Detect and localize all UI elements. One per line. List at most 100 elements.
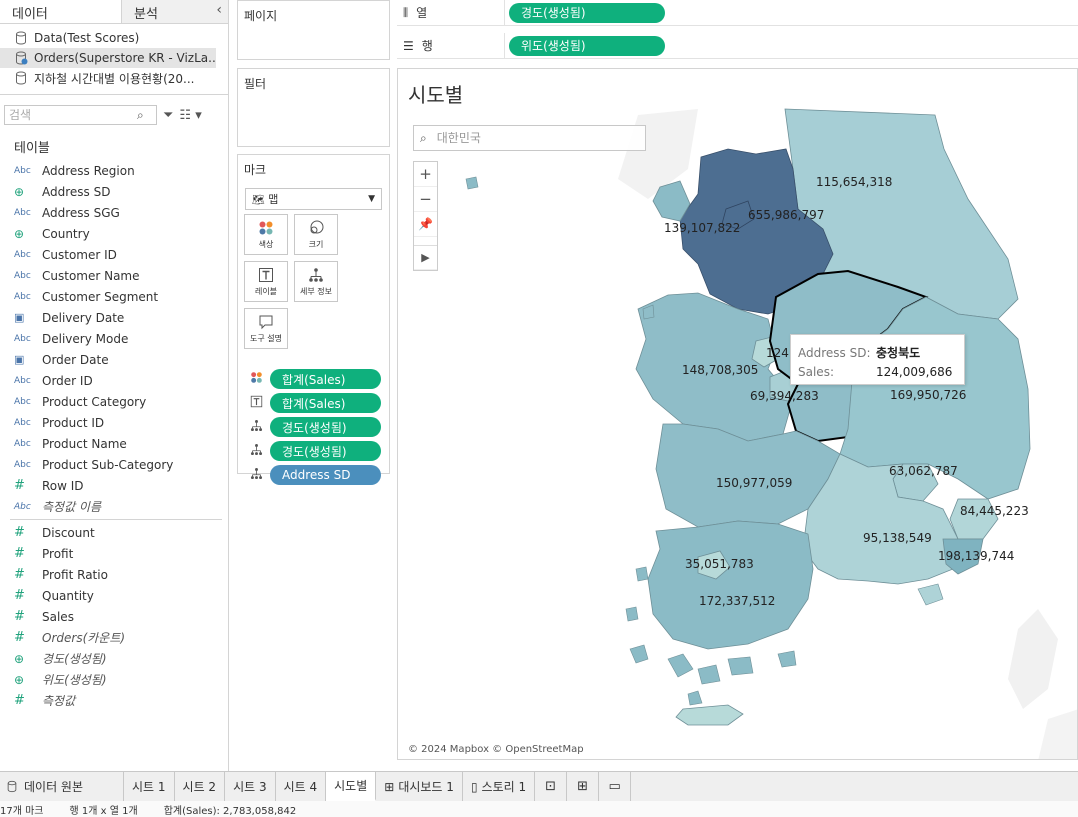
pages-card-title: 페이지 bbox=[244, 9, 278, 23]
field-search-input[interactable] bbox=[9, 108, 137, 122]
field-product-category[interactable]: Abc Product Category bbox=[0, 391, 228, 412]
field-address-sd[interactable]: ⊕ Address SD bbox=[0, 181, 228, 202]
filters-card[interactable]: 필터 bbox=[237, 68, 390, 147]
pin-map-icon[interactable]: 📌 bbox=[414, 212, 437, 237]
string-type-icon: Abc bbox=[14, 396, 31, 407]
columns-shelf[interactable]: ⫼ 열 경도(생성됨) bbox=[397, 0, 1078, 26]
new-sheet-icon[interactable]: ⊡ bbox=[535, 772, 568, 801]
field-orders-카운트-[interactable]: # Orders(카운트) bbox=[0, 627, 228, 648]
field-customer-id[interactable]: Abc Customer ID bbox=[0, 244, 228, 265]
field-delivery-mode[interactable]: Abc Delivery Mode bbox=[0, 328, 228, 349]
field-order-id[interactable]: Abc Order ID bbox=[0, 370, 228, 391]
datasource-item[interactable]: Data(Test Scores) bbox=[0, 28, 228, 48]
field-quantity[interactable]: # Quantity bbox=[0, 585, 228, 606]
dashboard-icon: ⊞ bbox=[384, 779, 395, 794]
field-product-sub-category[interactable]: Abc Product Sub-Category bbox=[0, 454, 228, 475]
region-label: 84,445,223 bbox=[960, 504, 1029, 518]
tab-label: 스토리 1 bbox=[481, 780, 527, 794]
field-sales[interactable]: # Sales bbox=[0, 606, 228, 627]
mark-pill[interactable]: 합계(Sales) bbox=[270, 369, 381, 389]
mark-pill[interactable]: 합계(Sales) bbox=[270, 393, 381, 413]
tab-data[interactable]: 데이터 bbox=[0, 0, 122, 23]
marks-card: 마크 🗺 맵 ▼ 색상 크기 레이블 세부 정보 도구 설명 합계(Sales)… bbox=[237, 154, 390, 485]
zoom-out-icon[interactable]: − bbox=[414, 187, 437, 212]
field-profit-ratio[interactable]: # Profit Ratio bbox=[0, 564, 228, 585]
tab-dashboard-1[interactable]: ⊞ 대시보드 1 bbox=[376, 772, 463, 801]
columns-label: 열 bbox=[416, 6, 428, 20]
filter-icon[interactable]: ⏷ bbox=[163, 108, 173, 123]
expand-toolbar-icon[interactable]: ▶ bbox=[414, 245, 437, 270]
pages-card[interactable]: 페이지 bbox=[237, 0, 390, 60]
map-attribution: © 2024 Mapbox © OpenStreetMap bbox=[408, 744, 584, 755]
string-type-icon: Abc bbox=[14, 165, 31, 176]
tab-sheet-3[interactable]: 시트 3 bbox=[225, 772, 276, 801]
field-label: 측정값 이름 bbox=[42, 500, 102, 514]
map-tooltip: Address SD: 충청북도 Sales: 124,009,686 bbox=[790, 334, 965, 385]
tab-sheet-1[interactable]: 시트 1 bbox=[124, 772, 175, 801]
string-type-icon: Abc bbox=[14, 501, 31, 512]
zoom-in-icon[interactable]: + bbox=[414, 162, 437, 187]
field-customer-name[interactable]: Abc Customer Name bbox=[0, 265, 228, 286]
tooltip-key: Sales: bbox=[798, 364, 834, 379]
filters-card-title: 필터 bbox=[244, 77, 267, 91]
new-story-icon[interactable]: ▭ bbox=[599, 772, 632, 801]
datasource-item-selected[interactable]: Orders(Superstore KR - VizLa... bbox=[0, 48, 216, 68]
field-delivery-date[interactable]: ▣ Delivery Date bbox=[0, 307, 228, 328]
tab-sheet-4[interactable]: 시트 4 bbox=[276, 772, 327, 801]
tab-sheet-2[interactable]: 시트 2 bbox=[175, 772, 226, 801]
field-customer-segment[interactable]: Abc Customer Segment bbox=[0, 286, 228, 307]
field-label: Customer Name bbox=[42, 268, 140, 283]
detail-button[interactable]: 세부 정보 bbox=[294, 261, 338, 302]
rows-pill[interactable]: 위도(생성됨) bbox=[509, 35, 665, 56]
mark-pill-dimension[interactable]: Address SD bbox=[270, 465, 381, 485]
tooltip-icon bbox=[259, 315, 273, 329]
measure-list: # Discount # Profit # Profit Ratio # Quantity # S… bbox=[0, 522, 228, 711]
field-order-date[interactable]: ▣ Order Date bbox=[0, 349, 228, 370]
tab-story-1[interactable]: ▯ 스토리 1 bbox=[463, 772, 536, 801]
mark-type-dropdown[interactable]: 🗺 맵 ▼ bbox=[245, 188, 382, 210]
string-type-icon: Abc bbox=[14, 249, 31, 260]
detail-icon bbox=[309, 267, 323, 282]
collapse-pane-icon[interactable]: ‹ bbox=[216, 2, 222, 18]
tooltip-value: 충청북도 bbox=[876, 346, 921, 360]
field-address-region[interactable]: Abc Address Region bbox=[0, 160, 228, 181]
globe-icon: ⊕ bbox=[14, 651, 25, 666]
tables-heading: 테이블 bbox=[14, 141, 50, 156]
field-측정값[interactable]: # 측정값 bbox=[0, 690, 228, 711]
field-row-id[interactable]: # Row ID bbox=[0, 475, 228, 496]
tooltip-button[interactable]: 도구 설명 bbox=[244, 308, 288, 349]
field-label: Address Region bbox=[42, 163, 135, 178]
label-button[interactable]: 레이블 bbox=[244, 261, 288, 302]
map-search-input[interactable] bbox=[436, 131, 627, 145]
region-label: 115,654,318 bbox=[816, 175, 892, 189]
rows-shelf[interactable]: ☰ 행 위도(생성됨) bbox=[397, 33, 1078, 59]
sheet-title: 시도별 bbox=[408, 83, 464, 107]
detail-icon bbox=[250, 467, 270, 483]
columns-pill[interactable]: 경도(생성됨) bbox=[509, 2, 665, 23]
status-marks: 17개 마크 bbox=[0, 805, 44, 817]
tab-analysis[interactable]: 분석 bbox=[122, 0, 228, 23]
field-경도-생성됨-[interactable]: ⊕ 경도(생성됨) bbox=[0, 648, 228, 669]
tab-sheet-by-province[interactable]: 시도별 bbox=[326, 772, 377, 801]
field-address-sgg[interactable]: Abc Address SGG bbox=[0, 202, 228, 223]
datasource-item[interactable]: 지하철 시간대별 이용현황(20... bbox=[0, 68, 228, 88]
tab-datasource[interactable]: 데이터 원본 bbox=[0, 772, 124, 801]
field-discount[interactable]: # Discount bbox=[0, 522, 228, 543]
color-button[interactable]: 색상 bbox=[244, 214, 288, 255]
string-type-icon: Abc bbox=[14, 333, 31, 344]
field-위도-생성됨-[interactable]: ⊕ 위도(생성됨) bbox=[0, 669, 228, 690]
field-측정값-이름[interactable]: Abc 측정값 이름 bbox=[0, 496, 228, 517]
map-toolbar: + − 📌 ▶ bbox=[413, 161, 438, 271]
new-dashboard-icon[interactable]: ⊞ bbox=[567, 772, 600, 801]
field-profit[interactable]: # Profit bbox=[0, 543, 228, 564]
field-label: Discount bbox=[42, 525, 95, 540]
size-button[interactable]: 크기 bbox=[294, 214, 338, 255]
mark-pill[interactable]: 경도(생성됨) bbox=[270, 441, 381, 461]
mark-pill[interactable]: 경도(생성됨) bbox=[270, 417, 381, 437]
field-country[interactable]: ⊕ Country bbox=[0, 223, 228, 244]
field-product-id[interactable]: Abc Product ID bbox=[0, 412, 228, 433]
map-canvas[interactable]: 115,654,318 655,986,797 139,107,822 148,… bbox=[398, 69, 1078, 760]
view-options-icon[interactable]: ☷ ▾ bbox=[179, 108, 201, 123]
field-product-name[interactable]: Abc Product Name bbox=[0, 433, 228, 454]
map-search-box: ⌕ bbox=[413, 125, 646, 151]
